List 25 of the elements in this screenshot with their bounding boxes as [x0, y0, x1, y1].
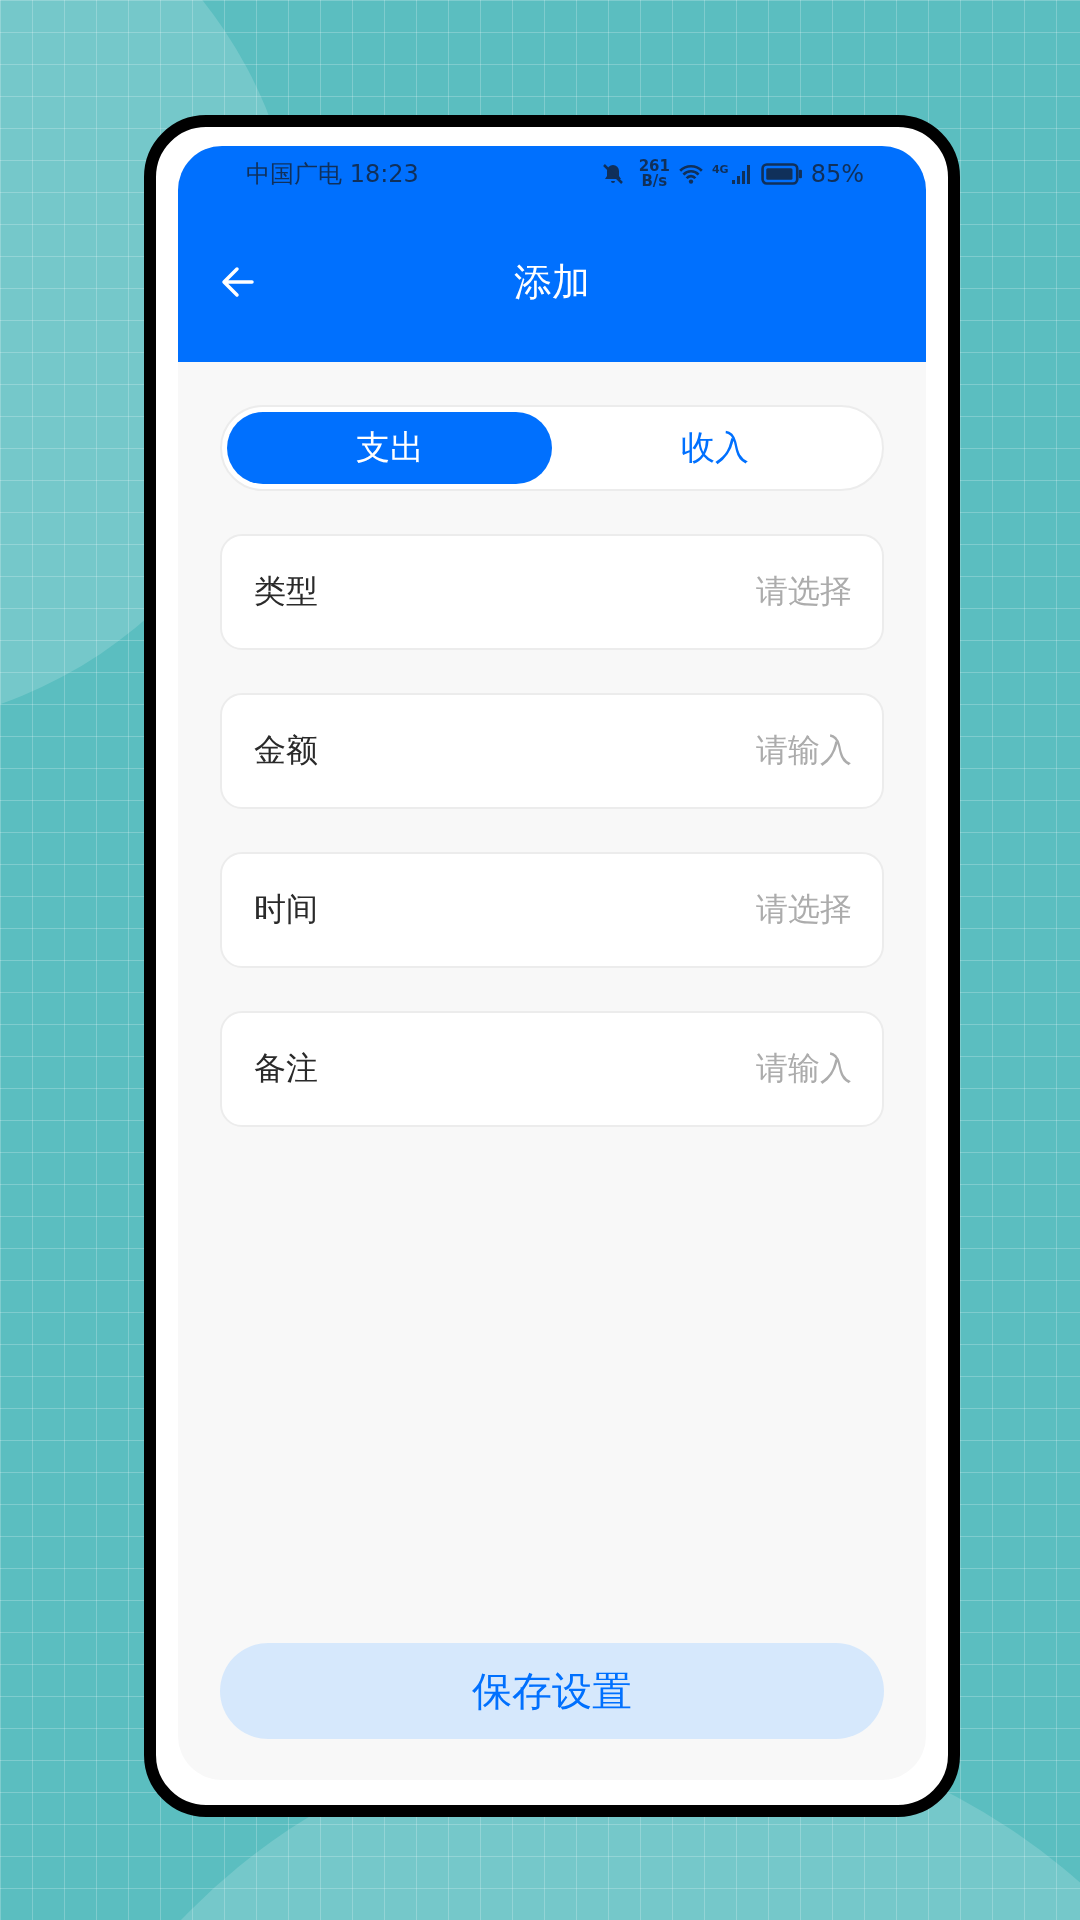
net-speed-unit: B/s	[641, 174, 668, 189]
battery-icon	[760, 162, 803, 186]
field-placeholder: 请输入	[756, 1048, 852, 1089]
form-row[interactable]: 备注 请输入	[220, 1011, 884, 1127]
field-label: 类型	[254, 571, 318, 612]
segment-tab[interactable]: 收入	[552, 412, 877, 484]
signal-icon	[730, 163, 753, 185]
field-label: 备注	[254, 1048, 318, 1089]
field-label: 时间	[254, 889, 318, 930]
form-row[interactable]: 时间 请选择	[220, 852, 884, 968]
field-placeholder: 请输入	[756, 730, 852, 771]
field-placeholder: 请选择	[756, 571, 852, 612]
segment-tab[interactable]: 支出	[227, 412, 552, 484]
wifi-icon	[677, 163, 704, 185]
battery-percent: 85%	[810, 160, 864, 188]
form-row[interactable]: 类型 请选择	[220, 534, 884, 650]
field-placeholder: 请选择	[756, 889, 852, 930]
carrier-time: 中国广电 18:23	[246, 159, 419, 190]
bell-muted-icon	[600, 162, 625, 186]
field-label: 金额	[254, 730, 318, 771]
save-button[interactable]: 保存设置	[220, 1643, 884, 1739]
page-title: 添加	[514, 258, 590, 306]
form-row[interactable]: 金额 请输入	[220, 693, 884, 809]
network-type: 4G	[711, 163, 729, 176]
net-speed-value: 261	[638, 159, 670, 174]
